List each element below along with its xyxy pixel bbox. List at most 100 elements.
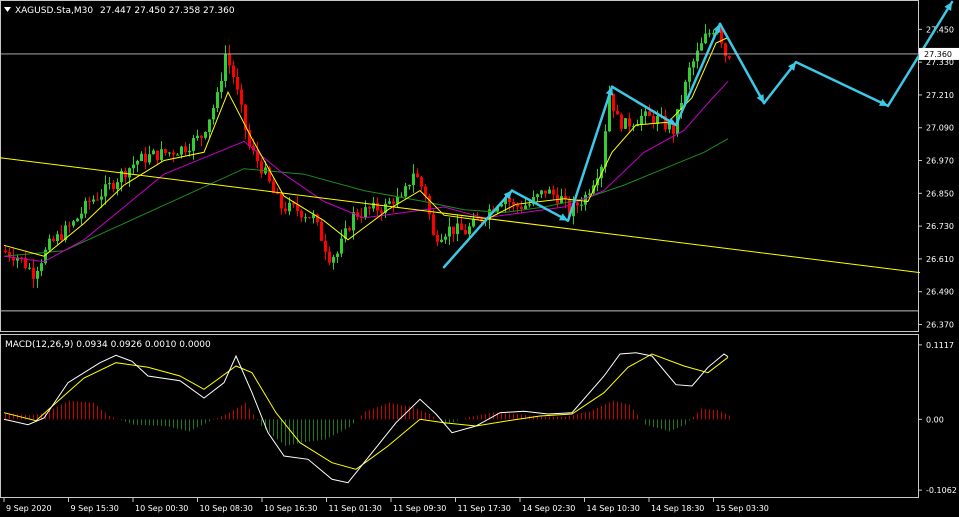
candle-body xyxy=(28,267,31,269)
candle-body xyxy=(212,108,215,120)
candle-body xyxy=(628,118,631,127)
candle-body xyxy=(180,146,183,155)
candle-body xyxy=(620,114,623,129)
price-tick-label: 27.450 xyxy=(926,25,954,34)
candle-body xyxy=(456,223,459,235)
candle-body xyxy=(520,206,523,209)
candle-body xyxy=(272,181,275,193)
candle-body xyxy=(140,153,143,161)
candle-body xyxy=(276,192,279,194)
candle-body xyxy=(36,270,39,279)
candle-body xyxy=(460,223,463,230)
macd-label: MACD(12,26,9) 0.0934 0.0926 0.0010 0.000… xyxy=(5,340,211,350)
candle-body xyxy=(216,92,219,109)
candle-body xyxy=(612,93,615,111)
candle-body xyxy=(176,154,179,156)
candle-body xyxy=(172,152,175,155)
candle-body xyxy=(604,131,607,167)
candle-body xyxy=(444,236,447,240)
current-price-label: 27.360 xyxy=(924,50,952,59)
candle-body xyxy=(164,149,167,154)
candle-body xyxy=(204,132,207,138)
candle-body xyxy=(100,196,103,200)
candle-body xyxy=(108,183,111,185)
candle-body xyxy=(308,217,311,219)
candle-body xyxy=(128,168,131,178)
price-tick-label: 26.850 xyxy=(926,189,954,198)
candle-body xyxy=(340,238,343,254)
candle-body xyxy=(544,190,547,194)
candle-body xyxy=(60,234,63,241)
candle-body xyxy=(372,202,375,209)
candle-body xyxy=(368,207,371,209)
candle-body xyxy=(300,210,303,218)
candle-body xyxy=(224,53,227,81)
candle-body xyxy=(552,189,555,195)
candle-body xyxy=(420,177,423,187)
candle-body xyxy=(708,33,711,35)
candle-body xyxy=(704,33,707,44)
candle-body xyxy=(452,226,455,235)
time-tick-label: 14 Sep 10:30 xyxy=(587,504,640,513)
candle-body xyxy=(136,160,139,165)
candle-body xyxy=(236,76,239,90)
candle-body xyxy=(376,202,379,211)
candle-body xyxy=(380,210,383,213)
candle-body xyxy=(332,256,335,263)
candle-body xyxy=(304,217,307,219)
price-tick-label: 27.210 xyxy=(926,91,954,100)
price-tick-label: 26.610 xyxy=(926,255,954,264)
time-tick-label: 11 Sep 09:30 xyxy=(393,504,446,513)
candle-body xyxy=(512,202,515,205)
time-tick-label: 15 Sep 03:30 xyxy=(716,504,769,513)
candle-body xyxy=(88,200,91,202)
candle-body xyxy=(56,234,59,241)
candle-body xyxy=(32,267,35,279)
candle-body xyxy=(220,80,223,93)
candle-body xyxy=(576,202,579,206)
candle-body xyxy=(144,153,147,163)
candle-body xyxy=(652,115,655,124)
candle-body xyxy=(584,194,587,205)
candle-body xyxy=(644,111,647,116)
candle-body xyxy=(668,123,671,130)
macd-tick-label: 0.00 xyxy=(926,415,944,424)
candle-body xyxy=(148,154,151,163)
chart-background xyxy=(0,0,959,517)
candle-body xyxy=(196,135,199,139)
time-tick-label: 14 Sep 02:30 xyxy=(522,504,575,513)
candle-body xyxy=(416,173,419,178)
candle-body xyxy=(588,193,591,195)
candle-body xyxy=(648,111,651,116)
candle-body xyxy=(84,200,87,214)
candle-body xyxy=(392,201,395,204)
candle-body xyxy=(112,183,115,189)
candle-body xyxy=(580,204,583,206)
candle-body xyxy=(448,226,451,237)
candle-body xyxy=(92,199,95,202)
macd-tick-label: -0.1062 xyxy=(926,486,957,495)
candle-body xyxy=(688,67,691,82)
price-tick-label: 26.970 xyxy=(926,157,954,166)
candle-body xyxy=(324,240,327,252)
candle-body xyxy=(692,61,695,68)
candle-body xyxy=(436,234,439,242)
candle-body xyxy=(516,204,519,207)
candle-body xyxy=(528,204,531,206)
candle-body xyxy=(104,184,107,197)
candle-body xyxy=(440,239,443,242)
candle-body xyxy=(432,214,435,235)
price-tick-label: 27.090 xyxy=(926,124,954,133)
trading-chart[interactable]: 27.45027.33027.21027.09026.97026.85026.7… xyxy=(0,0,959,517)
candle-body xyxy=(152,150,155,155)
macd-tick-label: 0.1117 xyxy=(926,341,954,350)
candle-body xyxy=(364,207,367,218)
candle-body xyxy=(328,251,331,263)
candle-body xyxy=(132,164,135,169)
candle-body xyxy=(80,213,83,219)
price-tick-label: 26.730 xyxy=(926,222,954,231)
time-tick-label: 9 Sep 2020 xyxy=(6,504,52,513)
candle-body xyxy=(76,218,79,222)
candle-body xyxy=(388,201,391,204)
candle-body xyxy=(192,138,195,151)
